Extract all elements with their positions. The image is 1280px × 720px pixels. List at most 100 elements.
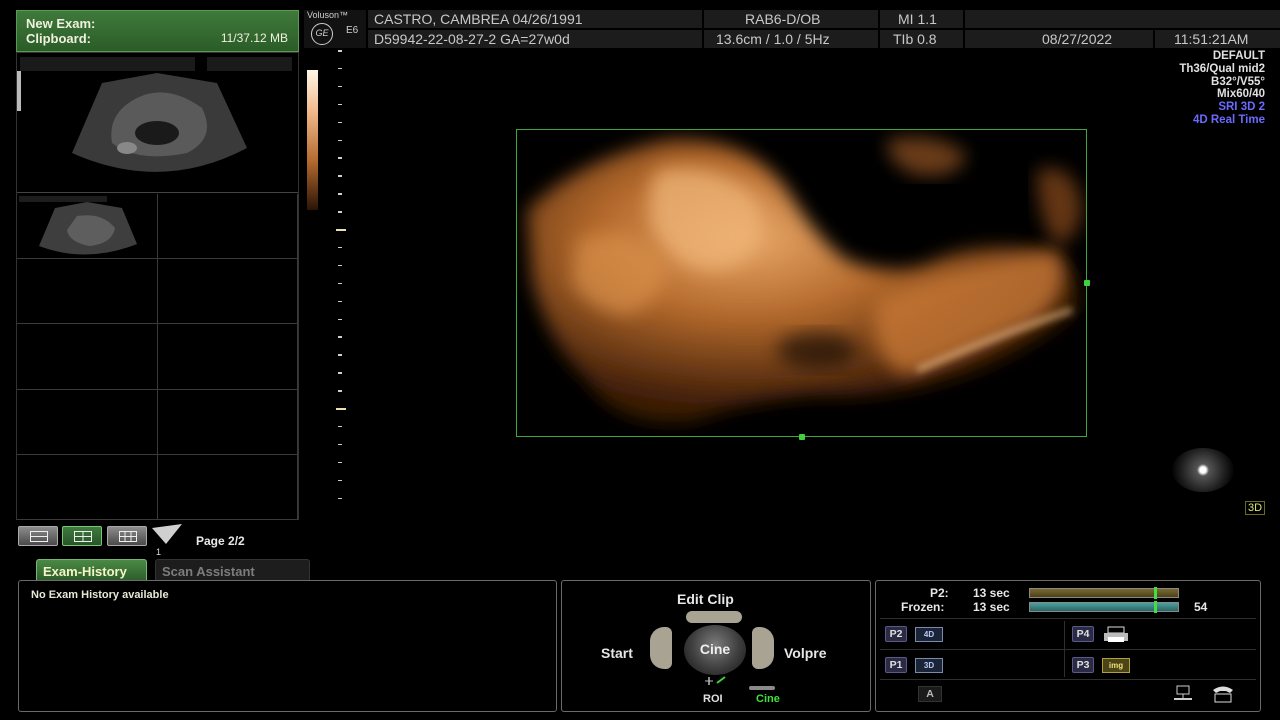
- p2-value: 13 sec: [973, 586, 1010, 600]
- scan-parameters: 13.6cm / 1.0 / 5Hz: [716, 31, 830, 47]
- clipboard-cell-10[interactable]: [157, 454, 298, 520]
- clipboard-cell-5[interactable]: [17, 324, 158, 390]
- depth-tick: [338, 50, 342, 52]
- 3d-icon: 3D: [915, 658, 943, 673]
- depth-tick: [338, 175, 342, 177]
- depth-tick: [338, 103, 342, 106]
- clipboard-cell-4[interactable]: [157, 259, 298, 325]
- clipboard-area: [16, 52, 299, 520]
- frame-count: 54: [1194, 600, 1208, 614]
- roi-handle-right[interactable]: [1084, 280, 1090, 286]
- depth-tick: [338, 282, 342, 285]
- depth-tick: [338, 425, 342, 428]
- depth-tick: [338, 443, 342, 446]
- network-icon[interactable]: [1172, 685, 1196, 703]
- start-pad[interactable]: [650, 627, 672, 669]
- p4-key: P4: [1072, 626, 1094, 642]
- depth-tick: [338, 85, 342, 88]
- depth-tick: [338, 121, 342, 124]
- tib-index: TIb 0.8: [893, 31, 937, 47]
- edit-clip-label[interactable]: Edit Clip: [677, 591, 734, 607]
- frozen-value: 13 sec: [973, 600, 1010, 614]
- cine-mini-pad[interactable]: [749, 686, 775, 690]
- service-phone-icon[interactable]: [1210, 684, 1236, 704]
- depth-tick: [338, 264, 342, 267]
- clipboard-size: 11/37.12 MB: [220, 31, 288, 45]
- printer-icon: [1104, 626, 1128, 642]
- page-indicator: Page 2/2: [196, 534, 245, 548]
- mi-index: MI 1.1: [898, 11, 937, 27]
- color-map-bar: [307, 70, 318, 210]
- ge-logo-icon: GE: [311, 23, 333, 45]
- p4-preset[interactable]: P4: [1072, 626, 1128, 642]
- start-label[interactable]: Start: [601, 645, 633, 661]
- single-layout-icon: [30, 531, 48, 542]
- clipboard-cell-3[interactable]: [17, 259, 158, 325]
- p2-preset[interactable]: P2 4D: [885, 626, 943, 642]
- layout-dual-button[interactable]: [62, 526, 102, 546]
- clipboard-thumbnail-large[interactable]: [17, 53, 298, 193]
- 4d-icon: 4D: [915, 627, 943, 642]
- patient-info: CASTRO, CAMBREA 04/26/1991: [374, 11, 583, 27]
- clipboard-cell-8[interactable]: [157, 389, 298, 455]
- p1-key: P1: [885, 657, 907, 673]
- depth-tick: [338, 246, 342, 249]
- cine-control-panel: Edit Clip Start Cine Volpre ROI Cine: [561, 580, 871, 712]
- clipboard-cell-9[interactable]: [17, 454, 158, 520]
- clipboard-grid: [17, 194, 298, 520]
- layout-single-button[interactable]: [18, 526, 58, 546]
- page-arrow-icon[interactable]: [152, 524, 184, 548]
- clipboard-header: New Exam: Clipboard: 11/37.12 MB: [16, 10, 299, 52]
- render-mode-tag: 3D: [1245, 501, 1266, 515]
- fetal-3d-render-image: [517, 130, 1086, 436]
- probe-info: RAB6-D/OB: [745, 11, 821, 27]
- depth-ruler: [336, 50, 348, 510]
- volpre-label[interactable]: Volpre: [784, 645, 827, 661]
- depth-tick: [338, 318, 342, 320]
- clipboard-cell-7[interactable]: [17, 389, 158, 455]
- clipboard-cell-1[interactable]: [17, 194, 158, 260]
- cine-label: Cine: [699, 641, 731, 657]
- cine-trackball[interactable]: Cine: [684, 625, 746, 675]
- edit-clip-pad[interactable]: [686, 611, 742, 623]
- frozen-progress-bar: [1029, 601, 1179, 613]
- exam-date: 08/27/2022: [1042, 31, 1113, 47]
- header-row-2: D59942-22-08-27-2 GA=27w0d 13.6cm / 1.0 …: [368, 30, 1280, 48]
- roi-label[interactable]: ROI: [703, 693, 723, 705]
- p3-preset[interactable]: P3 img: [1072, 657, 1130, 673]
- p3-key: P3: [1072, 657, 1094, 673]
- depth-tick: [338, 497, 342, 499]
- imaging-parameters: DEFAULT Th36/Qual mid2 B32°/V55° Mix60/4…: [1179, 50, 1265, 127]
- depth-tick: [338, 300, 342, 303]
- volpre-pad[interactable]: [752, 627, 774, 669]
- grid-layout-icon: [119, 531, 137, 542]
- orientation-ball-icon[interactable]: [1172, 448, 1234, 492]
- exam-history-panel: No Exam History available: [18, 580, 557, 712]
- exam-history-message: No Exam History available: [31, 589, 169, 601]
- new-exam-label: New Exam:: [26, 16, 96, 31]
- tab-exam-history[interactable]: Exam-History: [36, 559, 147, 581]
- mode-setting: 4D Real Time: [1192, 113, 1265, 126]
- sri-setting: SRI 3D 2: [1218, 101, 1265, 114]
- clipboard-cell-6[interactable]: [157, 324, 298, 390]
- depth-tick: [338, 372, 342, 374]
- depth-tick: [338, 157, 342, 159]
- brand-name: Voluson™: [307, 10, 349, 20]
- p2-label: P2:: [930, 586, 949, 600]
- a-key[interactable]: A: [918, 686, 942, 702]
- cine-small-label[interactable]: Cine: [756, 693, 780, 705]
- page-marker: 1: [156, 547, 162, 557]
- depth-tick: [338, 211, 342, 213]
- p1-preset[interactable]: P1 3D: [885, 657, 943, 673]
- system-logo: Voluson™ GE E6: [304, 10, 366, 48]
- exam-time: 11:51:21AM: [1174, 31, 1249, 47]
- tab-scan-assistant[interactable]: Scan Assistant: [155, 559, 310, 581]
- cine-status-panel: P2: 13 sec Frozen: 13 sec 54 P2 4D P4 P1…: [875, 580, 1261, 712]
- render-roi-box[interactable]: [516, 129, 1087, 437]
- layout-grid-button[interactable]: [107, 526, 147, 546]
- depth-tick: [338, 139, 342, 141]
- p2-key: P2: [885, 626, 907, 642]
- roi-handle-bottom[interactable]: [799, 434, 805, 440]
- depth-major-tick: [336, 408, 346, 410]
- clipboard-cell-2[interactable]: [157, 194, 298, 260]
